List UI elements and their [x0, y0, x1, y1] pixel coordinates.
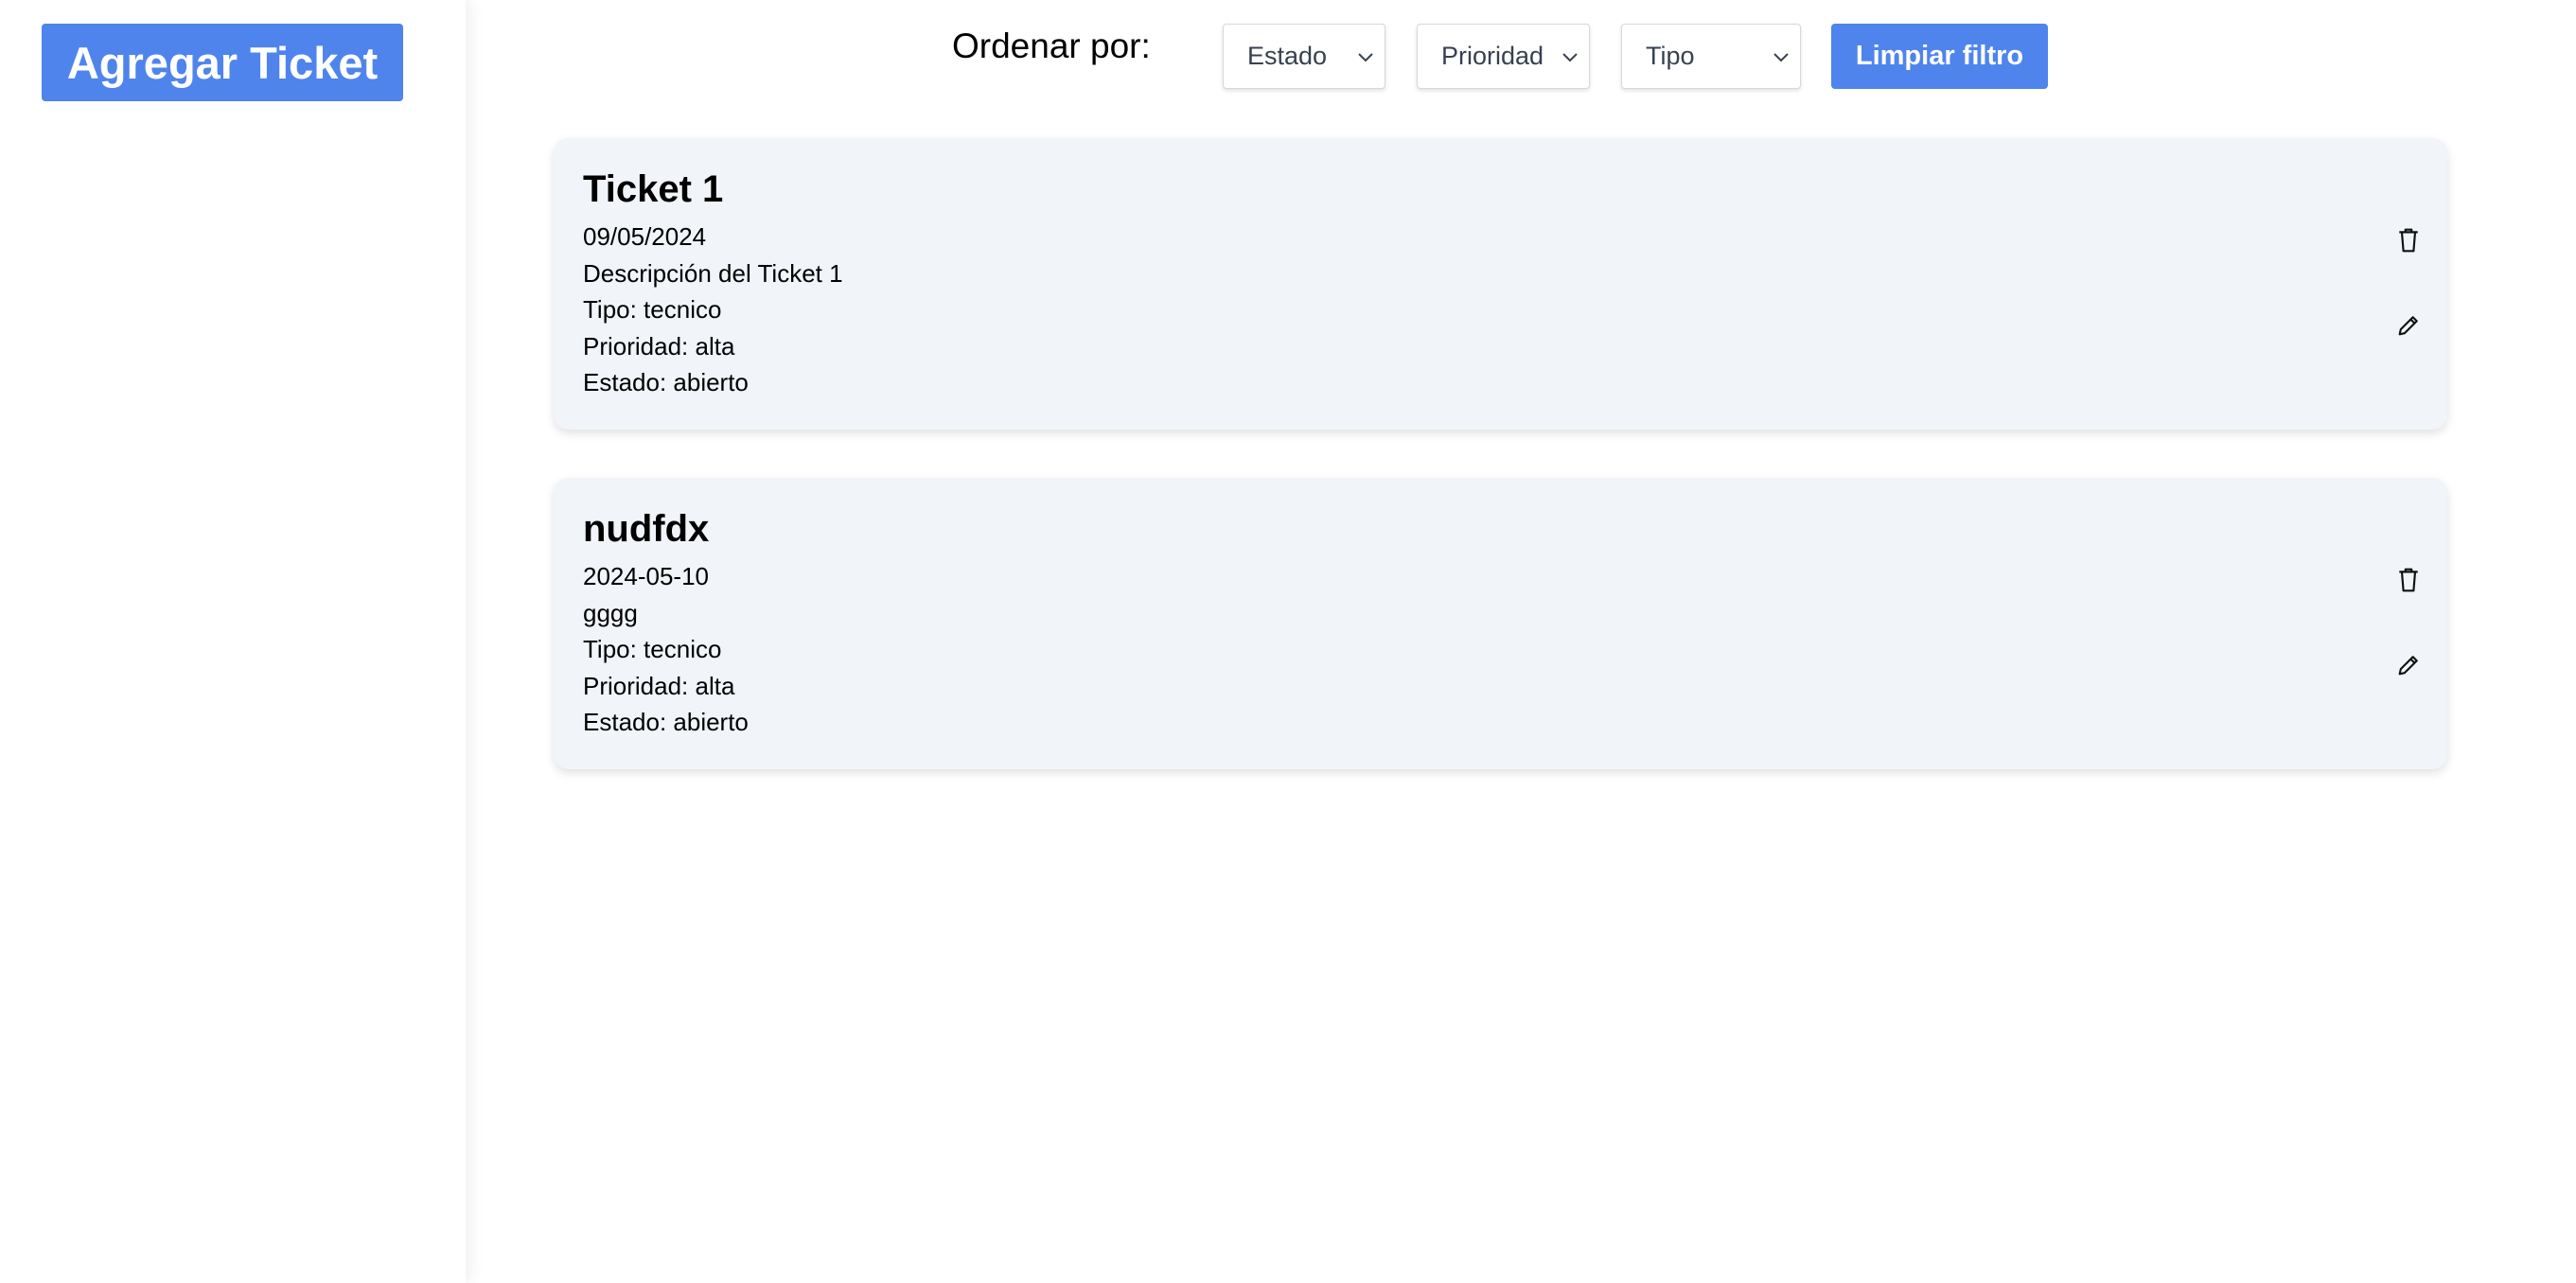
ticket-card: Ticket 1 09/05/2024 Descripción del Tick…: [554, 138, 2447, 430]
pencil-icon: [2398, 656, 2418, 676]
trash-icon: [2399, 228, 2418, 253]
ticket-title: nudfdx: [583, 508, 710, 550]
prioridad-select-value: Prioridad: [1441, 42, 1544, 70]
ticket-type: Tipo: tecnico: [583, 295, 722, 324]
sort-label: Ordenar por:: [952, 26, 1151, 65]
ticket-priority: Prioridad: alta: [583, 332, 735, 360]
ticket-card: nudfdx 2024-05-10 gggg Tipo: tecnico Pri…: [554, 478, 2447, 769]
delete-ticket-button[interactable]: [2390, 221, 2427, 259]
pencil-icon: [2398, 316, 2418, 336]
ticket-type: Tipo: tecnico: [583, 635, 722, 663]
filter-toolbar: Ordenar por: Estado Prioridad Tipo Limpi…: [0, 0, 2576, 95]
ticket-date: 2024-05-10: [583, 562, 709, 590]
sidebar: Agregar Ticket: [0, 0, 466, 1283]
edit-ticket-button[interactable]: [2390, 307, 2427, 344]
trash-icon: [2399, 568, 2418, 592]
ticket-status: Estado: abierto: [583, 368, 749, 396]
estado-select[interactable]: Estado: [1223, 24, 1385, 89]
chevron-down-icon: [1773, 53, 1789, 62]
estado-select-value: Estado: [1247, 42, 1328, 70]
edit-ticket-button[interactable]: [2390, 646, 2427, 684]
tipo-select[interactable]: Tipo: [1621, 24, 1801, 89]
clear-filter-button[interactable]: Limpiar filtro: [1831, 24, 2048, 89]
ticket-description: gggg: [583, 599, 638, 627]
chevron-down-icon: [1562, 53, 1578, 62]
chevron-down-icon: [1358, 53, 1373, 62]
ticket-description: Descripción del Ticket 1: [583, 259, 843, 288]
ticket-priority: Prioridad: alta: [583, 672, 735, 700]
ticket-date: 09/05/2024: [583, 222, 707, 251]
prioridad-select[interactable]: Prioridad: [1417, 24, 1590, 89]
tipo-select-value: Tipo: [1646, 42, 1695, 70]
delete-ticket-button[interactable]: [2390, 561, 2427, 599]
ticket-status: Estado: abierto: [583, 708, 749, 736]
ticket-title: Ticket 1: [583, 168, 724, 210]
